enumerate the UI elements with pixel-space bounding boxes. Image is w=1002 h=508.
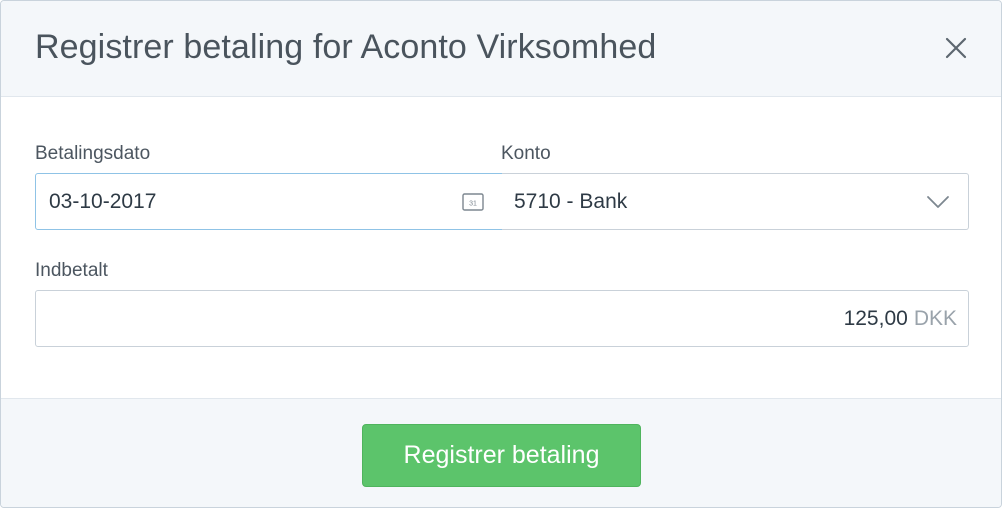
calendar-icon[interactable]: 31	[462, 193, 484, 211]
dialog-body: Betalingsdato Konto 31 5710 - Bank Indbe…	[1, 97, 1001, 399]
payment-date-label: Betalingsdato	[35, 143, 151, 164]
amount-label: Indbetalt	[35, 260, 108, 281]
register-payment-dialog: Registrer betaling for Aconto Virksomhed…	[0, 0, 1002, 508]
chevron-down-icon	[927, 196, 949, 208]
account-label: Konto	[501, 143, 551, 164]
account-select[interactable]: 5710 - Bank	[502, 173, 969, 230]
payment-date-input[interactable]	[49, 189, 429, 214]
payment-date-field[interactable]: 31	[35, 173, 503, 230]
amount-value: 125,00	[843, 306, 908, 330]
close-button[interactable]	[945, 37, 967, 59]
account-select-value: 5710 - Bank	[514, 189, 628, 213]
dialog-title: Registrer betaling for Aconto Virksomhed	[35, 28, 657, 66]
dialog-header: Registrer betaling for Aconto Virksomhed	[1, 1, 1001, 97]
dialog-footer: Registrer betaling	[1, 398, 1001, 507]
amount-input[interactable]: 125,00 DKK	[35, 290, 969, 347]
amount-currency: DKK	[913, 306, 957, 330]
register-payment-button[interactable]: Registrer betaling	[362, 424, 641, 487]
calendar-icon-day: 31	[469, 201, 477, 208]
close-icon	[945, 37, 967, 59]
